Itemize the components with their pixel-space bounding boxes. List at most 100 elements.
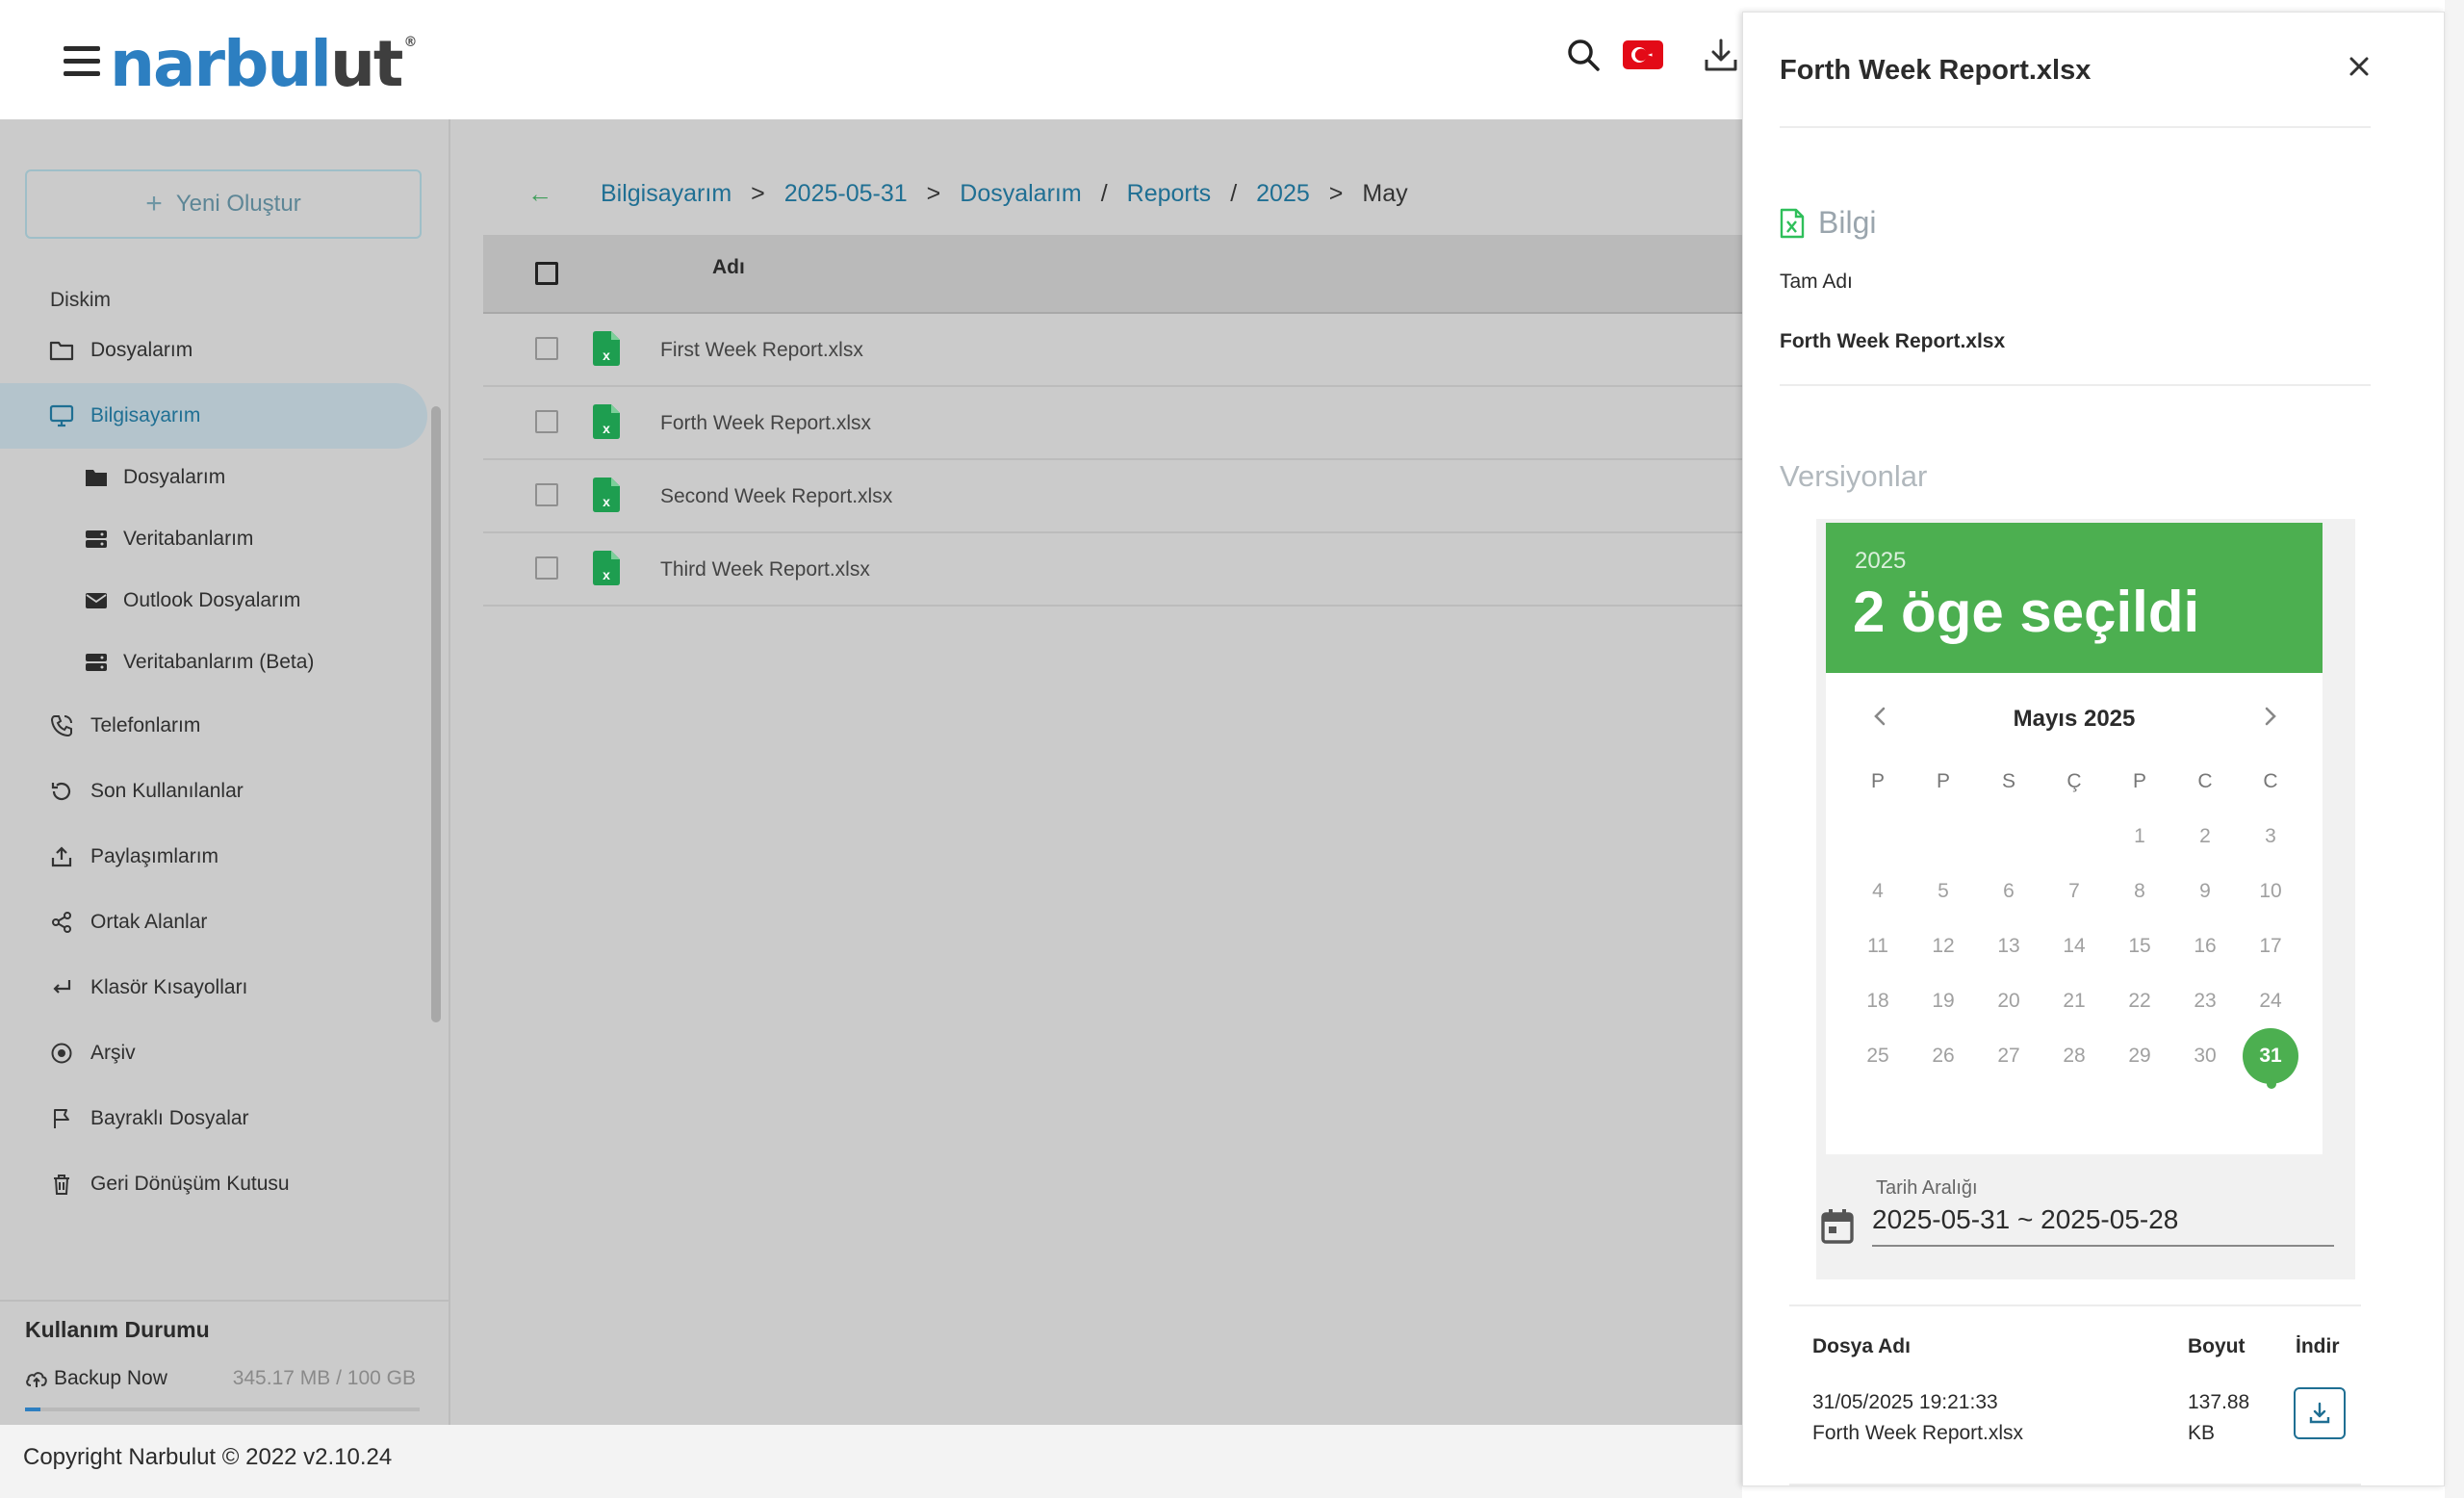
row-checkbox[interactable] bbox=[535, 556, 558, 580]
select-all-checkbox[interactable] bbox=[535, 262, 558, 285]
breadcrumb-item[interactable]: Bilgisayarım bbox=[601, 180, 732, 208]
weekday-label: C bbox=[2263, 770, 2278, 792]
table-row[interactable]: x First Week Report.xlsx bbox=[483, 314, 1742, 387]
day-cell[interactable]: 16 bbox=[2172, 918, 2238, 973]
version-download-button[interactable] bbox=[2294, 1387, 2346, 1439]
weekday-label: Ç bbox=[2066, 770, 2082, 792]
sidebar-item-databases[interactable]: Veritabanlarım bbox=[0, 506, 427, 572]
create-new-button[interactable]: + Yeni Oluştur bbox=[25, 169, 422, 239]
sidebar: + Yeni Oluştur Diskim Dosyalarım Bilgisa… bbox=[0, 119, 450, 1425]
page-edge bbox=[2445, 0, 2464, 1498]
file-name[interactable]: Second Week Report.xlsx bbox=[660, 485, 892, 508]
picker-selection-count: 2 öge seçildi bbox=[1853, 580, 2200, 644]
svg-text:x: x bbox=[603, 421, 610, 436]
weekday-label: C bbox=[2197, 770, 2213, 792]
day-cell[interactable]: 14 bbox=[2041, 918, 2107, 973]
day-cell[interactable]: 6 bbox=[1976, 864, 2041, 918]
sidebar-item-flagged-files[interactable]: Bayraklı Dosyalar bbox=[0, 1086, 427, 1151]
back-arrow-icon[interactable]: ← bbox=[527, 179, 552, 209]
table-row[interactable]: x Third Week Report.xlsx bbox=[483, 533, 1742, 607]
weekday-label: S bbox=[2001, 770, 2015, 792]
file-name[interactable]: Forth Week Report.xlsx bbox=[660, 412, 871, 435]
full-name-label: Tam Adı bbox=[1780, 271, 1853, 293]
sidebar-item-recycle-bin[interactable]: Geri Dönüşüm Kutusu bbox=[0, 1151, 427, 1217]
day-cell[interactable]: 15 bbox=[2107, 918, 2172, 973]
day-cell[interactable]: 23 bbox=[2172, 973, 2238, 1028]
weekday-label: P bbox=[2132, 770, 2146, 792]
row-checkbox[interactable] bbox=[535, 410, 558, 433]
sidebar-item-archive[interactable]: Arşiv bbox=[0, 1020, 427, 1086]
narbulut-logo[interactable]: narbulut ® bbox=[110, 27, 417, 101]
file-name[interactable]: First Week Report.xlsx bbox=[660, 339, 863, 362]
day-cell[interactable]: 29 bbox=[2107, 1028, 2172, 1083]
sidebar-item-databases-beta[interactable]: Veritabanlarım (Beta) bbox=[0, 630, 427, 695]
day-cell[interactable]: 8 bbox=[2107, 864, 2172, 918]
sidebar-item-my-files[interactable]: Dosyalarım bbox=[0, 318, 427, 383]
day-cell[interactable]: 21 bbox=[2041, 973, 2107, 1028]
date-range-label: Tarih Aralığı bbox=[1876, 1177, 1978, 1199]
sidebar-item-my-shares[interactable]: Paylaşımlarım bbox=[0, 824, 427, 890]
day-cell[interactable]: 11 bbox=[1845, 918, 1911, 973]
search-icon[interactable] bbox=[1565, 37, 1604, 75]
row-checkbox[interactable] bbox=[535, 483, 558, 506]
day-cell[interactable]: 24 bbox=[2238, 973, 2303, 1028]
day-cell[interactable]: 5 bbox=[1911, 864, 1976, 918]
sidebar-item-phones[interactable]: Telefonlarım bbox=[0, 693, 427, 759]
menu-icon[interactable] bbox=[64, 46, 100, 79]
day-cell[interactable]: 19 bbox=[1911, 973, 1976, 1028]
breadcrumb-item[interactable]: Dosyalarım bbox=[960, 180, 1081, 208]
date-range-input[interactable]: 2025-05-31 ~ 2025-05-28 bbox=[1872, 1204, 2334, 1247]
sidebar-item-my-computer[interactable]: Bilgisayarım bbox=[0, 383, 427, 449]
calendar-icon[interactable] bbox=[1820, 1208, 1855, 1245]
table-row[interactable]: x Second Week Report.xlsx bbox=[483, 460, 1742, 533]
day-cell[interactable]: 10 bbox=[2238, 864, 2303, 918]
breadcrumb-separator: / bbox=[1100, 180, 1108, 207]
copyright-text: Copyright Narbulut © 2022 v2.10.24 bbox=[23, 1444, 393, 1470]
footer: Copyright Narbulut © 2022 v2.10.24 bbox=[0, 1425, 1742, 1498]
sidebar-item-recent[interactable]: Son Kullanılanlar bbox=[0, 759, 427, 824]
column-name-header[interactable]: Adı bbox=[712, 256, 745, 279]
versions-col-file: Dosya Adı bbox=[1812, 1335, 1911, 1357]
row-checkbox[interactable] bbox=[535, 337, 558, 360]
day-cell[interactable]: 2 bbox=[2172, 809, 2238, 864]
section-label-disk: Diskim bbox=[50, 289, 111, 311]
day-cell[interactable]: 1 bbox=[2107, 809, 2172, 864]
download-icon[interactable] bbox=[1702, 37, 1740, 75]
file-name[interactable]: Third Week Report.xlsx bbox=[660, 558, 870, 581]
day-cell[interactable]: 26 bbox=[1911, 1028, 1976, 1083]
backup-now-button[interactable]: Backup Now bbox=[25, 1367, 167, 1390]
day-cell[interactable]: 28 bbox=[2041, 1028, 2107, 1083]
turkish-flag-icon[interactable] bbox=[1623, 40, 1663, 69]
sidebar-scrollbar[interactable] bbox=[431, 406, 441, 1022]
day-cell[interactable]: 17 bbox=[2238, 918, 2303, 973]
day-cell[interactable]: 13 bbox=[1976, 918, 2041, 973]
breadcrumb-item[interactable]: Reports bbox=[1127, 180, 1212, 208]
day-cell[interactable]: 3 bbox=[2238, 809, 2303, 864]
table-row[interactable]: x Forth Week Report.xlsx bbox=[483, 387, 1742, 460]
day-cell[interactable]: 25 bbox=[1845, 1028, 1911, 1083]
week-row: 4 5 6 7 8 9 10 bbox=[1845, 864, 2303, 918]
table-header: Adı bbox=[483, 235, 1742, 314]
day-cell[interactable]: 12 bbox=[1911, 918, 1976, 973]
day-cell[interactable]: 9 bbox=[2172, 864, 2238, 918]
versions-col-download: İndir bbox=[2296, 1335, 2340, 1357]
close-icon[interactable] bbox=[2342, 49, 2376, 84]
sidebar-item-folder-shortcuts[interactable]: Klasör Kısayolları bbox=[0, 955, 427, 1020]
day-cell[interactable]: 7 bbox=[2041, 864, 2107, 918]
sidebar-item-outlook-files[interactable]: Outlook Dosyalarım bbox=[0, 568, 427, 633]
sidebar-item-sub-files[interactable]: Dosyalarım bbox=[0, 445, 427, 510]
day-cell[interactable]: 20 bbox=[1976, 973, 2041, 1028]
breadcrumb-item[interactable]: 2025 bbox=[1256, 180, 1310, 208]
picker-year[interactable]: 2025 bbox=[1855, 548, 1906, 575]
day-cell[interactable]: 4 bbox=[1845, 864, 1911, 918]
day-cell[interactable]: 27 bbox=[1976, 1028, 2041, 1083]
day-cell[interactable]: 22 bbox=[2107, 973, 2172, 1028]
selected-day: 31 bbox=[2243, 1028, 2298, 1084]
day-cell-selected[interactable]: 31 bbox=[2238, 1028, 2303, 1089]
breadcrumb-item[interactable]: 2025-05-31 bbox=[784, 180, 908, 208]
day-cell[interactable]: 18 bbox=[1845, 973, 1911, 1028]
sidebar-item-shared-areas[interactable]: Ortak Alanlar bbox=[0, 890, 427, 955]
day-cell[interactable]: 30 bbox=[2172, 1028, 2238, 1083]
chevron-right-icon[interactable] bbox=[2255, 702, 2284, 731]
week-row: 1 2 3 bbox=[1845, 809, 2303, 864]
